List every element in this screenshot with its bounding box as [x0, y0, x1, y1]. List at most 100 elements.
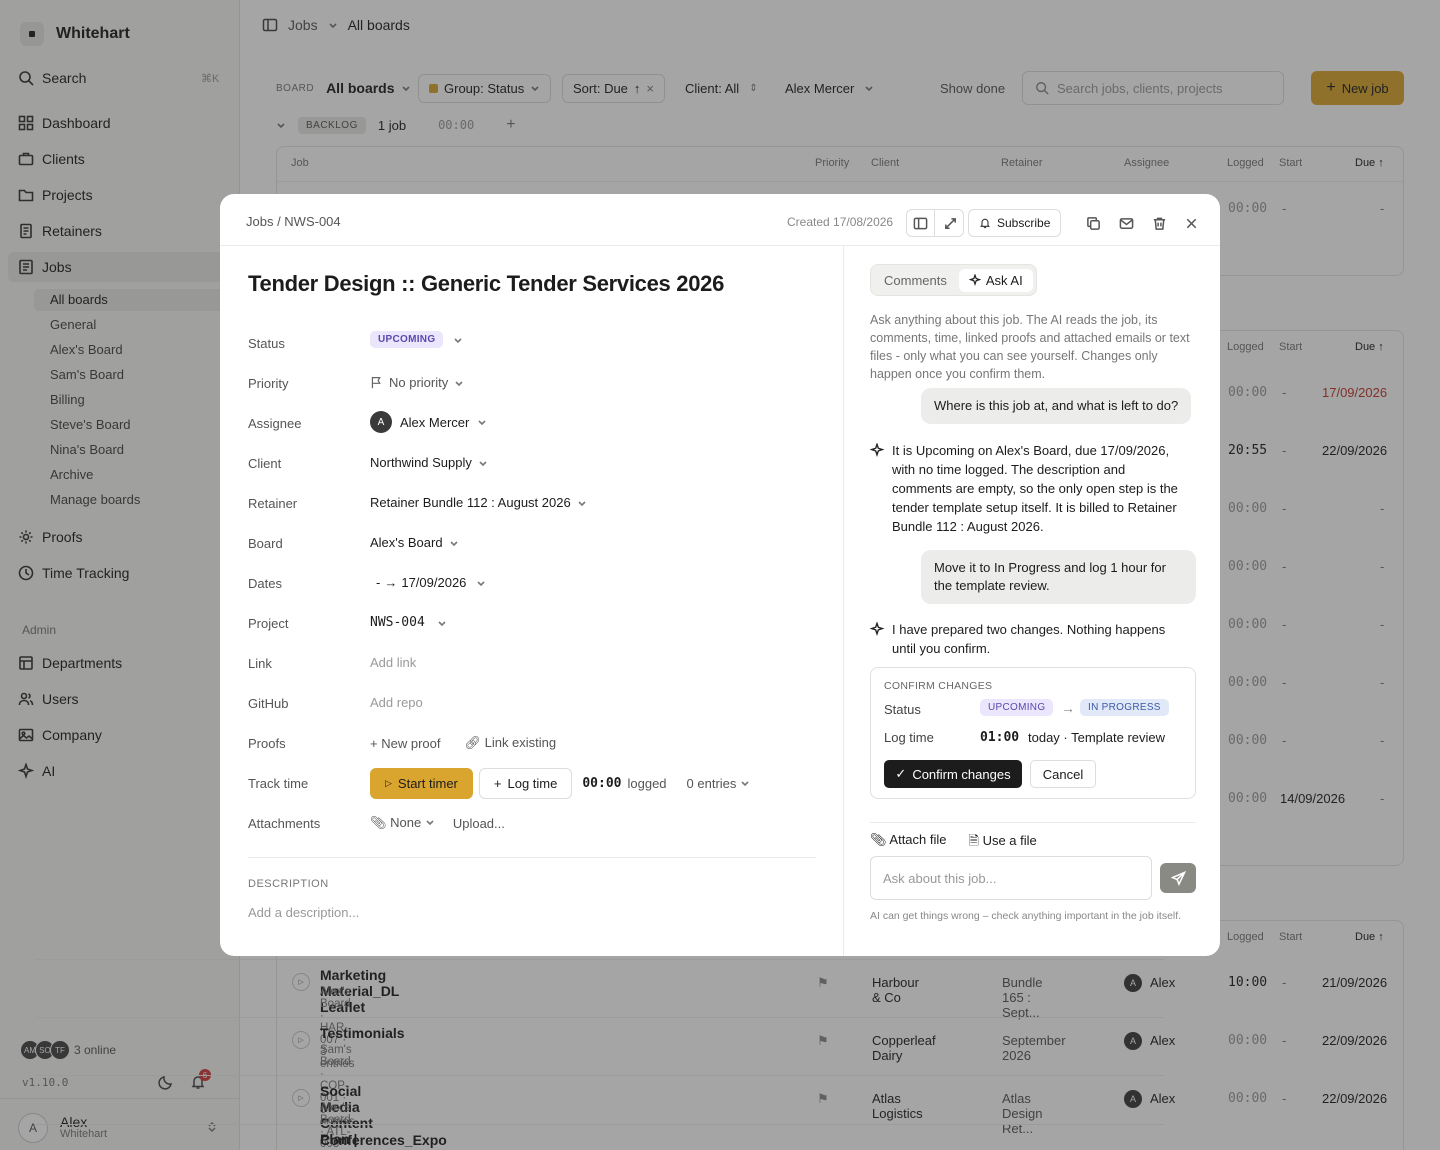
attach-file-button[interactable]: 📎︎ Attach file [870, 832, 947, 854]
subscribe-button[interactable]: Subscribe [968, 209, 1062, 237]
expand-icon [944, 217, 956, 229]
job-modal: Jobs / NWS-004 Created 17/08/2026 Subscr… [220, 194, 1220, 956]
send-button[interactable] [1160, 863, 1196, 893]
ai-message: It is Upcoming on Alex's Board, due 17/0… [870, 441, 1178, 536]
send-icon [1170, 870, 1186, 886]
status-select[interactable]: UPCOMING [370, 331, 463, 348]
field-label: Link [248, 656, 272, 671]
chevron-down-icon [438, 620, 446, 626]
attach-file-label: Attach file [889, 832, 947, 847]
cancel-button[interactable]: Cancel [1030, 760, 1096, 788]
tab-ask-ai-label: Ask AI [985, 272, 1023, 288]
link-input[interactable]: Add link [370, 655, 416, 670]
sparkle-icon [870, 443, 884, 457]
chevron-down-icon [578, 500, 586, 506]
project-select[interactable]: NWS-004 [370, 615, 447, 630]
dates-picker[interactable]: - → 17/09/2026 [370, 575, 486, 590]
close-button[interactable] [1180, 209, 1202, 237]
use-file-label: Use a file [982, 833, 1037, 848]
user-message: Move it to In Progress and log 1 hour fo… [921, 550, 1196, 604]
sparkle-icon [968, 274, 981, 286]
email-button[interactable] [1115, 209, 1137, 237]
field-label: Status [248, 336, 285, 351]
attachments-controls: 📎︎ None Upload... [370, 815, 505, 831]
confirm-title: CONFIRM CHANGES [884, 680, 993, 692]
retainer-select[interactable]: Retainer Bundle 112 : August 2026 [370, 495, 587, 510]
chevron-down-icon [478, 420, 486, 426]
duplicate-button[interactable] [1082, 209, 1104, 237]
job-details-panel: Tender Design :: Generic Tender Services… [220, 246, 844, 956]
field-label: Proofs [248, 736, 286, 751]
view-toggle-group [906, 209, 964, 237]
change-label: Log time [884, 730, 934, 745]
avatar: A [370, 411, 392, 433]
ai-message: I have prepared two changes. Nothing hap… [870, 620, 1170, 658]
job-title[interactable]: Tender Design :: Generic Tender Services… [248, 271, 724, 297]
chevron-down-icon [741, 781, 749, 787]
copy-icon [1086, 216, 1100, 230]
subscribe-label: Subscribe [997, 216, 1051, 230]
attachments-value: None [390, 815, 422, 830]
log-time-button[interactable]: + Log time [478, 768, 573, 799]
chevron-down-icon [454, 337, 462, 343]
change-label: Status [884, 702, 921, 717]
start-date: - [376, 575, 381, 590]
assignee-select[interactable]: A Alex Mercer [370, 411, 487, 433]
link-existing-button[interactable]: 🔗︎ Link existing [464, 735, 556, 751]
field-label: Board [248, 536, 283, 551]
confirm-changes-button[interactable]: ✓ Confirm changes [884, 760, 1022, 788]
entries-dropdown[interactable]: 0 entries [687, 776, 751, 791]
arrow-right-icon: → [384, 575, 398, 590]
side-panel-button[interactable] [907, 210, 935, 236]
tab-ask-ai[interactable]: Ask AI [958, 268, 1033, 292]
status-badge: UPCOMING [370, 331, 444, 348]
new-proof-button[interactable]: + New proof [370, 736, 440, 751]
ai-disclaimer: AI can get things wrong – check anything… [870, 910, 1182, 922]
file-actions: 📎︎ Attach file 🗎 Use a file [870, 832, 1037, 854]
file-icon: 🗎 [968, 833, 983, 848]
board-select[interactable]: Alex's Board [370, 535, 459, 550]
client-select[interactable]: Northwind Supply [370, 455, 488, 470]
logged-word: logged [627, 776, 667, 791]
assignee-value: Alex Mercer [400, 414, 470, 430]
log-note: today · Template review [1028, 730, 1166, 745]
field-label: Retainer [248, 496, 298, 511]
chevron-down-icon [450, 540, 458, 546]
confirm-changes-card: CONFIRM CHANGES Status UPCOMING → IN PRO… [870, 667, 1196, 799]
start-timer-button[interactable]: ▷ Start timer [370, 768, 473, 799]
field-label: Client [248, 456, 282, 471]
client-value: Northwind Supply [370, 455, 472, 470]
project-value: NWS-004 [370, 615, 425, 630]
link-existing-label: Link existing [484, 735, 557, 750]
plus-icon: + [493, 776, 502, 791]
expand-button[interactable] [936, 210, 964, 236]
delete-button[interactable] [1148, 209, 1170, 237]
panel-tabs: Comments Ask AI [870, 264, 1037, 296]
use-file-button[interactable]: 🗎 Use a file [969, 832, 1037, 854]
plus-icon: + [370, 735, 382, 751]
field-label: Dates [248, 576, 282, 591]
ai-question-input[interactable]: Ask about this job... [870, 856, 1152, 900]
tab-comments[interactable]: Comments [874, 269, 957, 292]
modal-breadcrumb[interactable]: Jobs / NWS-004 [246, 214, 341, 229]
priority-select[interactable]: No priority [370, 375, 464, 390]
entries-count: 0 entries [686, 776, 737, 791]
due-date: 17/09/2026 [401, 575, 467, 590]
description-input[interactable]: Add a description... [248, 905, 359, 920]
ai-panel: Comments Ask AI Ask anything about this … [844, 246, 1220, 956]
chevron-down-icon [455, 380, 463, 386]
attachments-select[interactable]: 📎︎ None [370, 815, 435, 831]
field-label: Track time [248, 776, 309, 791]
divider [870, 822, 1196, 823]
paperclip-icon: 📎︎ [370, 815, 391, 830]
field-label: Project [248, 616, 289, 631]
log-time-label: Log time [507, 776, 558, 791]
user-message: Where is this job at, and what is left t… [921, 388, 1192, 424]
bell-icon [980, 218, 990, 229]
field-label: GitHub [248, 696, 289, 711]
panel-icon [913, 217, 928, 229]
divider [248, 857, 816, 858]
upload-link[interactable]: Upload... [453, 816, 505, 831]
github-input[interactable]: Add repo [370, 695, 423, 710]
track-time-controls: ▷ Start timer + Log time 00:00 logged 0 … [370, 768, 750, 799]
